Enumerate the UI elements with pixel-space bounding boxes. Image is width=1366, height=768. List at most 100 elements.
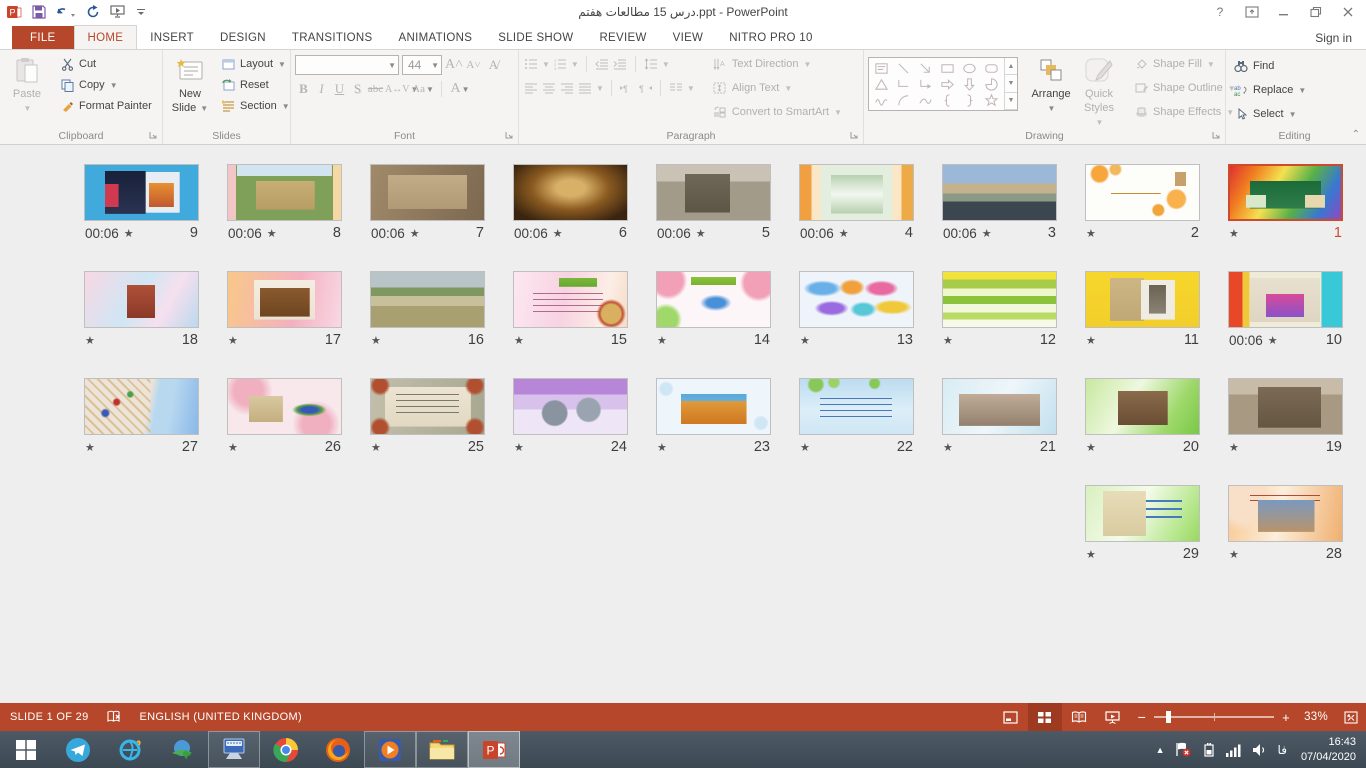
shapes-scroll-down-icon[interactable]: ▼ (1005, 75, 1017, 92)
slide-thumbnail-26[interactable] (227, 378, 342, 435)
tab-home[interactable]: HOME (74, 25, 138, 49)
taskbar-powerpoint-icon[interactable]: P (468, 731, 520, 768)
scribble-shape-icon[interactable] (871, 92, 893, 108)
clipboard-dialog-launcher[interactable] (149, 131, 159, 141)
animation-star-icon[interactable]: ★ (943, 334, 953, 347)
taskbar-onscreen-keyboard-icon[interactable] (208, 731, 260, 768)
paste-button[interactable]: Paste ▼ (4, 52, 50, 114)
new-slide-dropdown-arrow[interactable]: ▼ (200, 104, 208, 113)
font-name-combo[interactable]: ▼ (295, 55, 399, 75)
slide-thumbnail-4[interactable] (799, 164, 914, 221)
slide-thumbnail-17[interactable] (227, 271, 342, 328)
taskbar-chrome-icon[interactable] (260, 731, 312, 768)
copy-button[interactable]: Copy ▼ (56, 75, 155, 95)
animation-star-icon[interactable]: ★ (800, 441, 810, 454)
slide-sorter-view-button[interactable] (1028, 703, 1062, 731)
animation-star-icon[interactable]: ★ (657, 334, 667, 347)
font-color-button[interactable]: A▼ (447, 81, 473, 97)
convert-to-smartart-button[interactable]: Convert to SmartArt▼ (709, 102, 845, 122)
down-arrow-shape-icon[interactable] (958, 76, 980, 92)
bold-button[interactable]: B (295, 81, 312, 97)
select-button[interactable]: Select ▼ (1230, 104, 1309, 124)
right-to-left-text-button[interactable]: ¶ (637, 80, 653, 96)
numbering-button[interactable]: 123 (552, 56, 568, 72)
left-to-right-text-button[interactable]: ¶ (619, 80, 635, 96)
copy-dropdown-arrow[interactable]: ▼ (110, 81, 118, 90)
elbow-arrow-connector-shape-icon[interactable] (915, 76, 937, 92)
layout-button[interactable]: Layout ▼ (217, 54, 293, 74)
slide-thumbnail-21[interactable] (942, 378, 1057, 435)
slide-thumbnail-24[interactable] (513, 378, 628, 435)
animation-star-icon[interactable]: ★ (982, 227, 992, 240)
animation-star-icon[interactable]: ★ (410, 227, 420, 240)
slide-thumbnail-1[interactable] (1228, 164, 1343, 221)
slide-thumbnail-15[interactable] (513, 271, 628, 328)
slide-counter[interactable]: SLIDE 1 OF 29 (10, 711, 89, 723)
show-hidden-icons-button[interactable]: ▲ (1156, 745, 1165, 755)
align-center-button[interactable] (541, 80, 557, 96)
zoom-percentage[interactable]: 33% (1298, 711, 1328, 723)
right-brace-shape-icon[interactable] (958, 92, 980, 108)
slide-thumbnail-12[interactable] (942, 271, 1057, 328)
animation-star-icon[interactable]: ★ (85, 441, 95, 454)
align-right-button[interactable] (559, 80, 575, 96)
start-slideshow-icon[interactable] (110, 5, 126, 18)
animation-star-icon[interactable]: ★ (943, 441, 953, 454)
text-box-shape-icon[interactable] (871, 60, 893, 76)
sign-in-link[interactable]: Sign in (1301, 31, 1366, 49)
animation-star-icon[interactable]: ★ (1268, 334, 1278, 347)
animation-star-icon[interactable]: ★ (800, 334, 810, 347)
replace-dropdown-arrow[interactable]: ▼ (1298, 86, 1306, 95)
animation-star-icon[interactable]: ★ (228, 441, 238, 454)
clear-formatting-icon[interactable]: A̸ (485, 57, 502, 73)
animation-star-icon[interactable]: ★ (1086, 441, 1096, 454)
tab-view[interactable]: VIEW (660, 26, 717, 49)
arrange-button[interactable]: Arrange ▼ (1028, 52, 1074, 114)
slide-thumbnail-8[interactable] (227, 164, 342, 221)
oval-shape-icon[interactable] (958, 60, 980, 76)
change-case-button[interactable]: Aa▼ (410, 83, 436, 95)
increase-font-size-icon[interactable]: A˄ (445, 57, 462, 73)
customize-qat-icon[interactable] (136, 7, 146, 17)
undo-icon[interactable] (56, 6, 76, 18)
increase-indent-button[interactable] (612, 56, 628, 72)
network-signal-icon[interactable] (1225, 743, 1242, 757)
tab-design[interactable]: DESIGN (207, 26, 279, 49)
animation-star-icon[interactable]: ★ (267, 227, 277, 240)
reset-button[interactable]: Reset (217, 75, 293, 95)
slide-thumbnail-27[interactable] (84, 378, 199, 435)
slide-thumbnail-11[interactable] (1085, 271, 1200, 328)
zoom-slider[interactable] (1154, 716, 1274, 718)
arc-shape-icon[interactable] (893, 92, 915, 108)
animation-star-icon[interactable]: ★ (1229, 227, 1239, 240)
font-dialog-launcher[interactable] (505, 131, 515, 141)
animation-star-icon[interactable]: ★ (1086, 227, 1096, 240)
star-shape-icon[interactable] (980, 92, 1002, 108)
elbow-connector-shape-icon[interactable] (893, 76, 915, 92)
slide-thumbnail-9[interactable] (84, 164, 199, 221)
shape-fill-button[interactable]: Shape Fill▼ (1130, 54, 1239, 74)
fit-slide-to-window-button[interactable] (1336, 703, 1366, 731)
quick-styles-button[interactable]: QuickStyles ▼ (1076, 52, 1122, 129)
animation-star-icon[interactable]: ★ (1229, 441, 1239, 454)
tab-review[interactable]: REVIEW (586, 26, 659, 49)
close-icon[interactable] (1334, 2, 1362, 22)
drawing-dialog-launcher[interactable] (1212, 131, 1222, 141)
language-indicator[interactable]: ENGLISH (UNITED KINGDOM) (140, 711, 302, 723)
isosceles-triangle-shape-icon[interactable] (871, 76, 893, 92)
layout-dropdown-arrow[interactable]: ▼ (278, 60, 286, 69)
line-spacing-button[interactable] (643, 56, 659, 72)
rectangle-shape-icon[interactable] (937, 60, 959, 76)
slide-thumbnail-16[interactable] (370, 271, 485, 328)
slide-thumbnail-25[interactable] (370, 378, 485, 435)
taskbar-internet-explorer-icon[interactable] (104, 731, 156, 768)
paste-dropdown-arrow[interactable]: ▼ (24, 104, 32, 114)
taskbar-idm-icon[interactable] (156, 731, 208, 768)
columns-button[interactable] (668, 80, 684, 96)
animation-star-icon[interactable]: ★ (839, 227, 849, 240)
animation-star-icon[interactable]: ★ (1086, 548, 1096, 561)
decrease-font-size-icon[interactable]: A˅ (465, 59, 482, 71)
collapse-ribbon-icon[interactable]: ⌃ (1352, 129, 1360, 140)
tab-insert[interactable]: INSERT (137, 26, 207, 49)
volume-icon[interactable] (1252, 743, 1268, 757)
